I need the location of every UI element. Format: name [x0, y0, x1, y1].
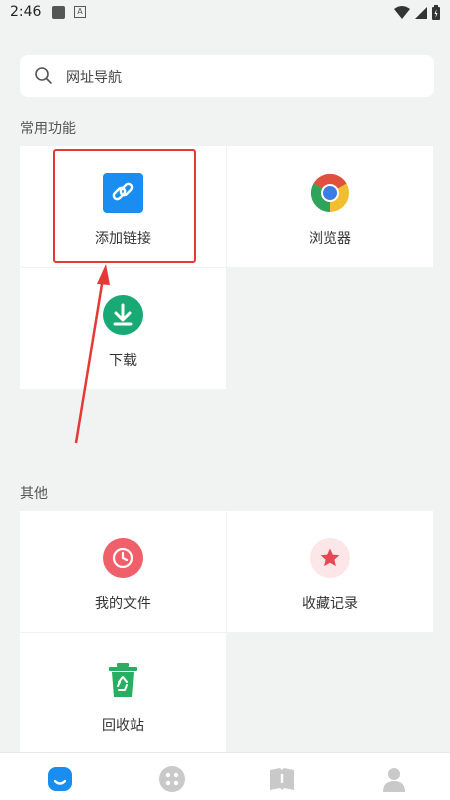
section-title-common: 常用功能: [20, 121, 76, 137]
clock-icon: [103, 538, 143, 578]
nav-book[interactable]: [268, 765, 296, 793]
notification-app-icon: [52, 6, 65, 19]
profile-icon: [383, 768, 405, 792]
book-icon: [270, 768, 294, 790]
section-title-other: 其他: [20, 486, 48, 502]
wifi-icon: [394, 5, 410, 19]
status-time: 2:46: [10, 4, 42, 20]
download-item[interactable]: 下载: [20, 268, 226, 389]
download-label: 下载: [109, 353, 137, 369]
nav-profile[interactable]: [380, 765, 408, 793]
signal-icon: [415, 6, 427, 19]
bottom-navigation: [0, 752, 450, 800]
recycle-bin-icon: [103, 660, 143, 700]
notification-a-icon: A: [74, 6, 86, 18]
my-files-item[interactable]: 我的文件: [20, 511, 226, 632]
my-files-label: 我的文件: [95, 596, 151, 612]
search-placeholder: 网址导航: [66, 70, 122, 86]
download-icon: [103, 295, 143, 335]
status-icons: [394, 5, 440, 20]
highlight-box: [53, 149, 196, 263]
search-bar[interactable]: 网址导航: [20, 55, 434, 97]
status-bar: 2:46 A: [0, 0, 450, 26]
apps-icon: [159, 766, 185, 792]
browser-item[interactable]: 浏览器: [227, 146, 433, 267]
star-icon: [310, 538, 350, 578]
favorites-label: 收藏记录: [302, 596, 358, 612]
chrome-icon: [310, 173, 350, 213]
recycle-bin-label: 回收站: [102, 718, 144, 734]
browser-label: 浏览器: [309, 231, 351, 247]
recycle-bin-item[interactable]: 回收站: [20, 633, 226, 754]
favorites-item[interactable]: 收藏记录: [227, 511, 433, 632]
battery-icon: [432, 5, 440, 20]
nav-home[interactable]: [46, 765, 74, 793]
home-icon: [48, 767, 72, 791]
search-icon: [35, 67, 52, 84]
nav-apps[interactable]: [158, 765, 186, 793]
